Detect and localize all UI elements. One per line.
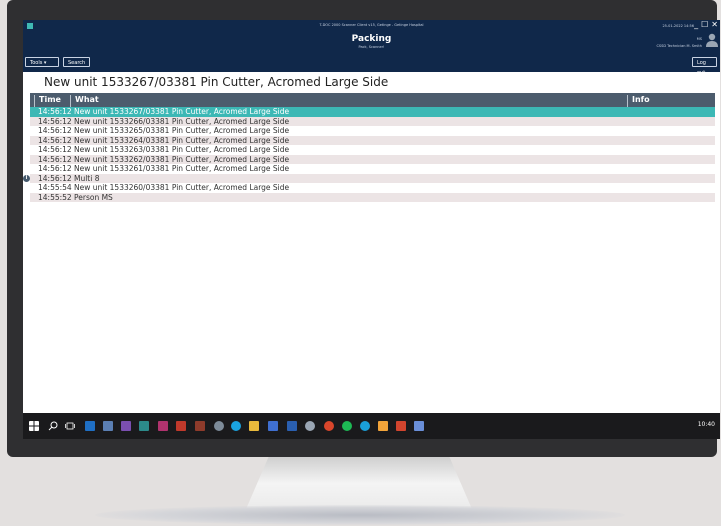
row-time: 14:56:12 bbox=[38, 126, 72, 135]
edge-icon[interactable] bbox=[360, 421, 370, 431]
outlook-icon[interactable] bbox=[85, 421, 95, 431]
row-what: New unit 1533262/03381 Pin Cutter, Acrom… bbox=[74, 154, 290, 164]
row-what: New unit 1533261/03381 Pin Cutter, Acrom… bbox=[74, 164, 290, 173]
user-initials: MS bbox=[696, 37, 702, 41]
table-row[interactable]: 14:56:12 New unit 1533264/03381 Pin Cutte… bbox=[30, 135, 715, 145]
table-row[interactable]: 14:56:12 New unit 1533261/03381 Pin Cutte… bbox=[30, 164, 715, 174]
header-datetime: 25-01-2022 14:56 bbox=[662, 24, 694, 28]
file-explorer-icon[interactable] bbox=[249, 421, 259, 431]
table-row[interactable]: 14:56:12 New unit 1533267/03381 Pin Cutte… bbox=[30, 107, 715, 117]
user-role: CSSD Technician M. Smith bbox=[656, 44, 702, 48]
skype-icon[interactable] bbox=[231, 421, 241, 431]
spotify-icon[interactable] bbox=[342, 421, 352, 431]
row-what: Multi 8 bbox=[74, 173, 100, 183]
close-button[interactable]: ✕ bbox=[711, 20, 718, 29]
task-view-icon[interactable] bbox=[65, 421, 75, 431]
user-avatar-icon bbox=[706, 33, 718, 47]
chrome-icon[interactable] bbox=[324, 421, 334, 431]
row-time: 14:56:12 bbox=[38, 116, 72, 126]
table-row[interactable]: 14:55:52 Person MS bbox=[30, 192, 715, 202]
monitor-bezel: T-DOC 2000 Scanner Client v15, Getinge -… bbox=[7, 0, 720, 457]
row-time: 14:56:12 bbox=[38, 145, 72, 154]
app-icon[interactable] bbox=[378, 421, 388, 431]
app-icon[interactable] bbox=[158, 421, 168, 431]
app-icon[interactable] bbox=[268, 421, 278, 431]
unit-title: New unit 1533267/03381 Pin Cutter, Acrom… bbox=[44, 75, 389, 89]
word-icon[interactable] bbox=[287, 421, 297, 431]
app-icon[interactable] bbox=[195, 421, 205, 431]
windows-start-icon[interactable] bbox=[29, 421, 39, 431]
row-time: 14:56:12 bbox=[38, 107, 72, 116]
row-time: 14:56:12 bbox=[38, 164, 72, 173]
tools-menu-button[interactable]: Tools ▾ bbox=[25, 57, 59, 67]
page-heading: Packing bbox=[351, 34, 392, 44]
row-time: 14:56:12 bbox=[38, 135, 72, 145]
app-icon[interactable] bbox=[414, 421, 424, 431]
powerpoint-icon[interactable] bbox=[396, 421, 406, 431]
column-header-time[interactable]: Time bbox=[34, 95, 61, 107]
screen: T-DOC 2000 Scanner Client v15, Getinge -… bbox=[23, 20, 720, 439]
minimize-button[interactable]: _ bbox=[694, 20, 698, 29]
app-header: T-DOC 2000 Scanner Client v15, Getinge -… bbox=[23, 20, 720, 76]
table-header: Time What Info bbox=[30, 93, 715, 107]
activity-table: Time What Info 14:56:12 New unit 1533267/… bbox=[23, 93, 715, 202]
taskbar-clock[interactable]: 10:40 bbox=[698, 421, 715, 428]
table-row[interactable]: 14:56:12 New unit 1533266/03381 Pin Cutte… bbox=[30, 116, 715, 126]
settings-icon[interactable] bbox=[214, 421, 224, 431]
table-row[interactable]: 14:56:12 New unit 1533262/03381 Pin Cutte… bbox=[30, 154, 715, 164]
column-header-what[interactable]: What bbox=[70, 95, 99, 107]
info-icon[interactable]: i bbox=[23, 175, 30, 182]
maximize-button[interactable]: ☐ bbox=[701, 20, 708, 29]
onenote-icon[interactable] bbox=[121, 421, 131, 431]
window-title: T-DOC 2000 Scanner Client v15, Getinge -… bbox=[319, 23, 424, 27]
search-icon[interactable] bbox=[48, 421, 58, 431]
row-time: 14:56:12 bbox=[38, 154, 72, 164]
table-row[interactable]: i 14:56:12 Multi 8 bbox=[23, 173, 715, 183]
row-what: New unit 1533265/03381 Pin Cutter, Acrom… bbox=[74, 126, 290, 135]
row-what: Person MS bbox=[74, 192, 113, 202]
row-time: 14:55:52 bbox=[38, 192, 72, 202]
column-header-info[interactable]: Info bbox=[627, 95, 650, 107]
app-icon[interactable] bbox=[176, 421, 186, 431]
app-icon[interactable] bbox=[305, 421, 315, 431]
page-subheading: Pack, Scanner! bbox=[358, 45, 385, 49]
row-what: New unit 1533260/03381 Pin Cutter, Acrom… bbox=[74, 183, 290, 192]
row-what: New unit 1533267/03381 Pin Cutter, Acrom… bbox=[74, 107, 290, 116]
row-time: 14:56:12 bbox=[38, 173, 72, 183]
logout-button[interactable]: Log out bbox=[692, 57, 717, 76]
monitor-base bbox=[95, 505, 625, 525]
store-icon[interactable] bbox=[103, 421, 113, 431]
table-row[interactable]: 14:56:12 New unit 1533263/03381 Pin Cutte… bbox=[30, 145, 715, 155]
row-what: New unit 1533263/03381 Pin Cutter, Acrom… bbox=[74, 145, 290, 154]
row-time: 14:55:54 bbox=[38, 183, 72, 192]
search-button[interactable]: Search bbox=[63, 57, 90, 67]
table-row[interactable]: 14:56:12 New unit 1533265/03381 Pin Cutte… bbox=[30, 126, 715, 136]
row-what: New unit 1533266/03381 Pin Cutter, Acrom… bbox=[74, 116, 290, 126]
window-controls: _ ☐ ✕ bbox=[691, 21, 718, 29]
taskbar: 10:40 bbox=[23, 413, 720, 439]
teams-icon[interactable] bbox=[139, 421, 149, 431]
row-what: New unit 1533264/03381 Pin Cutter, Acrom… bbox=[74, 135, 290, 145]
table-row[interactable]: 14:55:54 New unit 1533260/03381 Pin Cutte… bbox=[30, 183, 715, 193]
